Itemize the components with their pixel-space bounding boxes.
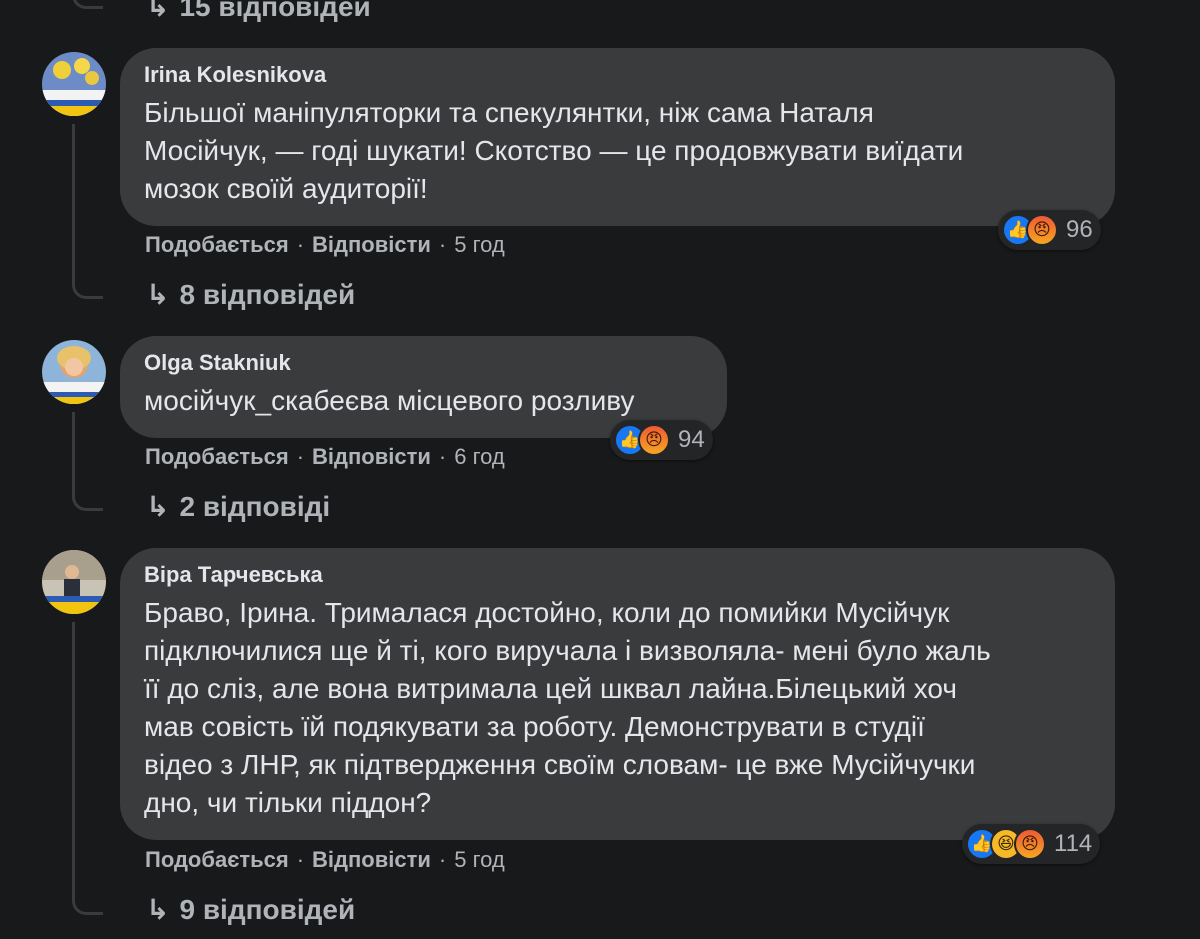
comment-bubble: Irina Kolesnikova Більшої маніпуляторки … bbox=[120, 48, 1115, 226]
comment-actions: Подобається · Відповісти · 5 год bbox=[145, 232, 505, 258]
angry-icon: 😠 bbox=[1026, 214, 1058, 246]
reply-arrow-icon: ↳ bbox=[146, 279, 170, 310]
comment-author[interactable]: Віра Тарчевська bbox=[144, 562, 1091, 588]
thread-connector bbox=[72, 412, 103, 511]
replies-count-label: 9 відповідей bbox=[179, 893, 356, 925]
comment-author[interactable]: Irina Kolesnikova bbox=[144, 62, 1091, 88]
separator-dot: · bbox=[438, 444, 447, 469]
reply-arrow-icon: ↳ bbox=[146, 491, 170, 522]
thread-connector bbox=[72, 622, 103, 915]
avatar[interactable] bbox=[42, 340, 106, 404]
separator-dot: · bbox=[296, 847, 305, 872]
comment-actions: Подобається · Відповісти · 6 год bbox=[145, 444, 505, 470]
separator-dot: · bbox=[438, 847, 447, 872]
reaction-count: 114 bbox=[1054, 830, 1093, 857]
angry-icon: 😠 bbox=[1014, 828, 1046, 860]
reply-button[interactable]: Відповісти bbox=[312, 444, 431, 469]
thread-connector bbox=[72, 124, 103, 299]
reaction-count: 94 bbox=[678, 426, 705, 453]
comment-text: Більшої маніпуляторки та спекулянтки, ні… bbox=[144, 97, 964, 204]
reactions-summary[interactable]: 👍 😆 😠 114 bbox=[962, 824, 1101, 864]
avatar[interactable] bbox=[42, 52, 106, 116]
reaction-count: 96 bbox=[1066, 216, 1093, 243]
reply-arrow-icon: ↳ bbox=[146, 0, 170, 22]
replies-count-label: 15 відповідей bbox=[179, 0, 371, 22]
avatar[interactable] bbox=[42, 550, 106, 614]
comment-text: Браво, Ірина. Трималася достойно, коли д… bbox=[144, 597, 991, 818]
view-replies-link[interactable]: ↳ 2 відповіді bbox=[146, 490, 330, 523]
like-button[interactable]: Подобається bbox=[145, 232, 289, 257]
reply-button[interactable]: Відповісти bbox=[312, 232, 431, 257]
comment-author[interactable]: Olga Stakniuk bbox=[144, 350, 703, 376]
like-button[interactable]: Подобається bbox=[145, 444, 289, 469]
reactions-summary[interactable]: 👍 😠 96 bbox=[998, 210, 1101, 250]
comment-text: мосійчук_скабеєва місцевого розливу bbox=[144, 385, 635, 416]
like-button[interactable]: Подобається bbox=[145, 847, 289, 872]
comment-actions: Подобається · Відповісти · 5 год bbox=[145, 847, 505, 873]
replies-count-label: 8 відповідей bbox=[179, 278, 356, 310]
comment-bubble: Віра Тарчевська Браво, Ірина. Трималася … bbox=[120, 548, 1115, 840]
timestamp[interactable]: 5 год bbox=[454, 847, 504, 872]
timestamp[interactable]: 6 год bbox=[454, 444, 504, 469]
timestamp[interactable]: 5 год bbox=[454, 232, 504, 257]
separator-dot: · bbox=[438, 232, 447, 257]
separator-dot: · bbox=[296, 232, 305, 257]
reply-arrow-icon: ↳ bbox=[146, 894, 170, 925]
view-replies-link[interactable]: ↳ 9 відповідей bbox=[146, 893, 355, 926]
separator-dot: · bbox=[296, 444, 305, 469]
thread-connector bbox=[72, 0, 103, 9]
view-replies-link[interactable]: ↳ 15 відповідей bbox=[146, 0, 371, 23]
view-replies-link[interactable]: ↳ 8 відповідей bbox=[146, 278, 355, 311]
reactions-summary[interactable]: 👍 😠 94 bbox=[610, 420, 713, 460]
angry-icon: 😠 bbox=[638, 424, 670, 456]
replies-count-label: 2 відповіді bbox=[179, 490, 331, 522]
reply-button[interactable]: Відповісти bbox=[312, 847, 431, 872]
